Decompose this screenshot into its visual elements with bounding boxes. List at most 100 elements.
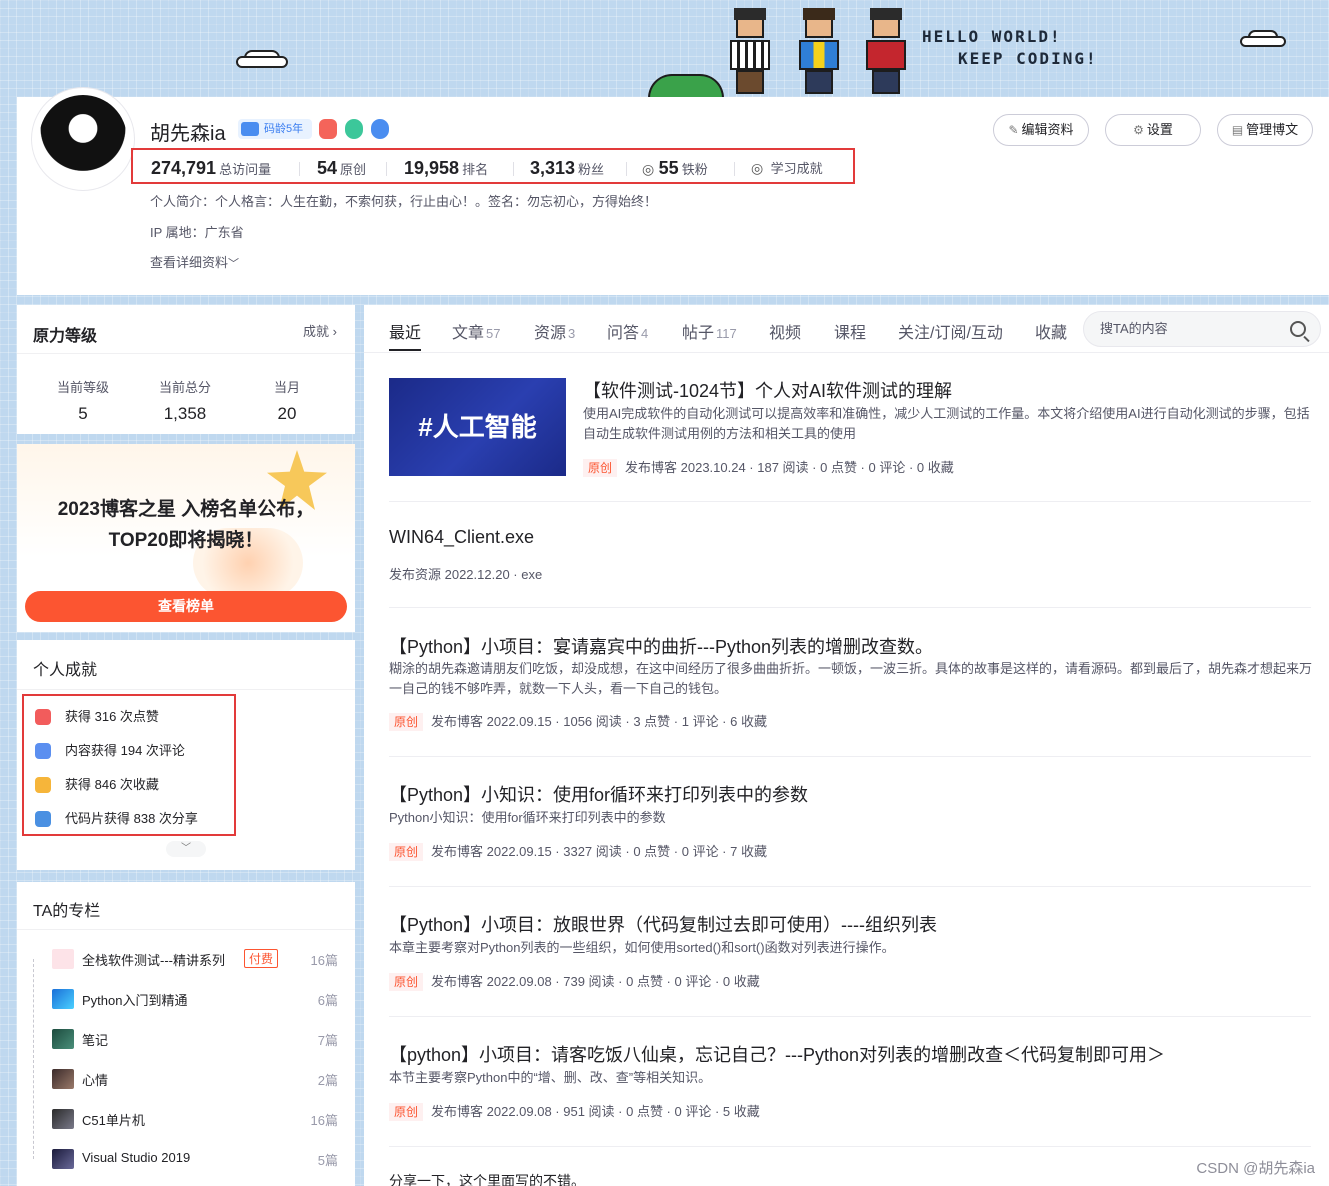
article-desc: 本节主要考察Python中的“增、删、改、查”等相关知识。 [389,1070,712,1085]
column-item[interactable]: 全栈软件测试---精讲系列 付费 16篇 [32,939,342,979]
article-title[interactable]: 分享一下，这个里面写的不错。 [389,1171,585,1186]
edit-profile-button[interactable]: ✎ 编辑资料 [993,114,1089,146]
promo-banner[interactable]: 2023博客之星 入榜名单公布， TOP20即将揭晓！ 查看榜单 [17,444,355,632]
tab-videos[interactable]: 视频 [769,319,801,343]
column-thumb [52,1109,74,1129]
article-thumbnail[interactable]: #人工智能 [389,378,566,476]
column-item[interactable]: 笔记 7篇 [32,1019,342,1059]
article-title[interactable]: 【Python】小项目：放眼世界（代码复制过去即可使用）----组织列表 [389,911,937,937]
comment-badge-icon [35,743,51,759]
user-name: 胡先森ia [150,123,226,145]
article-meta: 原创 发布博客 2022.09.08 · 739 阅读 · 0 点赞 · 0 评论… [389,971,760,991]
expand-achievements-button[interactable]: ﹀ [166,841,206,857]
pixel-character [860,8,912,98]
original-tag: 原创 [389,843,424,861]
search-input[interactable]: 搜TA的内容 [1083,311,1321,347]
article-meta: 原创 发布博客 2022.09.08 · 951 阅读 · 0 点赞 · 0 评论… [389,1101,760,1121]
document-icon: ▤ [1231,123,1244,137]
resource-meta: 发布资源 2022.12.20 · exe [389,567,543,582]
manage-posts-button[interactable]: ▤ 管理博文 [1217,114,1313,146]
article-meta: 原创 发布博客 2022.09.15 · 3327 阅读 · 0 点赞 · 0 评… [389,841,767,861]
active-tab-indicator [389,349,421,351]
cloud-decoration [1240,26,1292,48]
stat-learning-achievement[interactable]: ◎ 学习成就 [751,158,823,178]
article-title[interactable]: 【python】小项目：请客吃饭八仙桌，忘记自己？---Python对列表的增删… [389,1041,1165,1067]
certified-badge-icon[interactable] [371,119,389,139]
column-thumb [52,949,74,969]
article-title[interactable]: 【Python】小知识：使用for循环来打印列表中的参数 [389,781,808,807]
main-content: 最近 文章 57 资源 3 问答 4 帖子 117 视频 课程 关注/订阅/互动 收藏 … [364,305,1329,1186]
achievements-title: 个人成就 [33,662,98,679]
code-share-badge-icon [35,811,51,827]
article-desc: 本章主要考察对Python列表的一些组织，如何使用sorted()和sort()… [389,940,895,955]
cloud-decoration [236,46,288,68]
stat-iron-fans[interactable]: ◎ 55 铁粉 [642,158,708,179]
chevron-down-icon: ﹀ [181,843,191,854]
hill-decoration [648,74,724,98]
stat-fans[interactable]: 3,313 粉丝 [530,158,604,179]
column-item[interactable]: Python入门到精通 6篇 [32,979,342,1019]
code-age-label: 码龄5年 [264,123,304,135]
resource-title[interactable]: WIN64_Client.exe [389,527,534,548]
achievement-likes: 获得 316 次点赞 [24,704,234,730]
stats-bar: 274,791 总访问量 54 原创 19,958 排名 3,313 粉丝 ◎ 55 铁粉… [131,148,855,184]
article-title[interactable]: 【软件测试-1024节】个人对AI软件测试的理解 [583,377,952,403]
article-title[interactable]: 【Python】小项目：宴请嘉宾中的曲折---Python列表的增删改查数。 [389,633,933,659]
month-score: 当月 20 [273,380,300,423]
original-tag: 原创 [389,973,424,991]
tab-articles[interactable]: 文章 57 [452,319,500,343]
stat-rank[interactable]: 19,958 排名 [404,158,488,179]
search-icon [1290,321,1306,337]
avatar[interactable] [32,88,134,190]
tab-recent[interactable]: 最近 [389,319,421,343]
tab-resources[interactable]: 资源 3 [534,319,575,343]
column-item[interactable]: Visual Studio 2019 5篇 [32,1139,342,1179]
banner-slogan: HELLO WORLD! KEEP CODING! [922,26,1098,70]
column-thumb [52,989,74,1009]
original-tag: 原创 [389,1103,424,1121]
banner-line1: HELLO WORLD! [922,27,1062,46]
column-thumb [52,1149,74,1169]
pixel-character [724,8,776,98]
tab-courses[interactable]: 课程 [834,319,866,343]
profile-ip: IP 属地：广东省 [150,225,244,240]
pixel-character [793,8,845,98]
level-card: 原力等级 成就 › 当前等级 5 当前总分 1,358 当月 20 [17,305,355,434]
code-age-icon [241,122,259,136]
tab-follow[interactable]: 关注/订阅/互动 [898,319,1003,343]
honor-badge-icon[interactable] [319,119,337,139]
watermark: CSDN @胡先森ia [1196,1160,1315,1177]
promo-line1: 2023博客之星 入榜名单公布， [57,499,315,520]
tab-favorites[interactable]: 收藏 [1035,319,1067,343]
current-score: 当前总分 1,358 [158,380,211,423]
banner-line2: KEEP CODING! [958,49,1098,68]
code-age-badge: 码龄5年 [238,119,312,139]
community-badge-icon[interactable] [345,119,363,139]
promo-line2: TOP20即将揭晓！ [108,530,264,551]
achievement-shares: 代码片获得 838 次分享 [24,806,234,832]
article-desc: 糊涂的胡先森邀请朋友们吃饭，却没成想，在这中间经历了很多曲曲折折。一顿饭，一波三… [389,661,1313,696]
settings-button[interactable]: ⚙ 设置 [1105,114,1201,146]
chevron-down-icon: ﹀ [228,258,240,270]
article-desc: 使用AI完成软件的自动化测试可以提高效率和准确性，减少人工测试的工作量。本文将介… [583,406,1310,441]
tab-qa[interactable]: 问答 4 [607,319,648,343]
original-tag: 原创 [389,713,424,731]
column-item[interactable]: C51单片机 16篇 [32,1099,342,1139]
stat-original[interactable]: 54 原创 [317,158,366,179]
achievement-favorites: 获得 846 次收藏 [24,772,234,798]
view-ranking-button[interactable]: 查看榜单 [25,591,347,622]
column-item[interactable]: 心情 2篇 [32,1059,342,1099]
stat-visits[interactable]: 274,791 总访问量 [151,158,271,179]
tab-posts[interactable]: 帖子 117 [682,319,737,343]
favorite-badge-icon [35,777,51,793]
current-level: 当前等级 5 [56,380,109,423]
article-meta: 原创 发布博客 2022.09.15 · 1056 阅读 · 3 点赞 · 1 评… [389,711,767,731]
eye-icon: ◎ [642,161,655,177]
achievement-link[interactable]: 成就 › [303,321,337,340]
level-title: 原力等级 [33,328,98,345]
columns-title: TA的专栏 [33,903,101,920]
profile-intro: 个人简介：个人格言：人生在勤，不索何获，行止由心！。签名：勿忘初心，方得始终！ [150,194,658,209]
like-badge-icon [35,709,51,725]
view-details-link[interactable]: 查看详细资料﹀ [150,252,239,271]
eye-icon: ◎ [751,160,764,176]
